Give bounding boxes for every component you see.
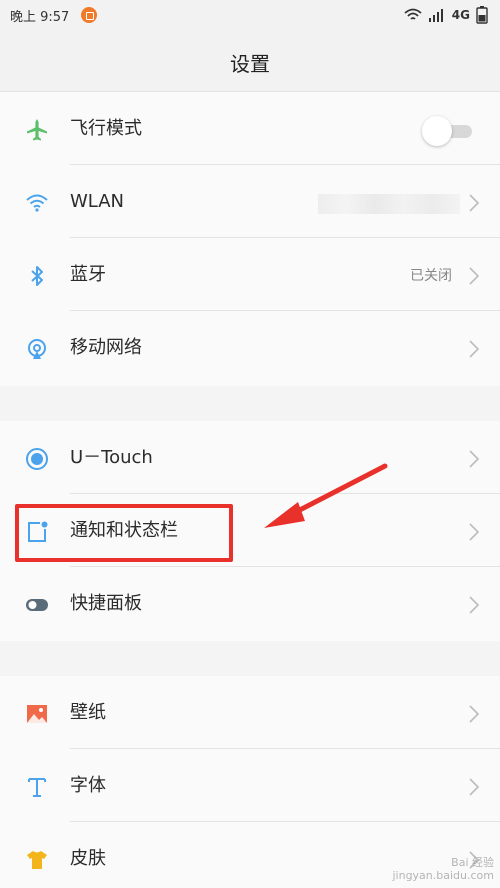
annotation-highlight-box (15, 504, 233, 562)
bluetooth-icon (31, 266, 43, 286)
chevron-right-icon (469, 523, 480, 541)
setting-wallpaper[interactable]: 壁纸 (0, 676, 500, 749)
status-time: 晚上 9:57 (10, 10, 70, 25)
quick-panel-icon (26, 599, 48, 611)
setting-mobile-network[interactable]: 移动网络 (0, 311, 500, 384)
chevron-right-icon (469, 705, 480, 723)
setting-label: 蓝牙 (70, 264, 106, 285)
setting-label: WLAN (70, 191, 125, 212)
chevron-right-icon (469, 340, 480, 358)
chevron-right-icon (469, 778, 480, 796)
chevron-right-icon (469, 450, 480, 468)
chevron-right-icon (469, 194, 480, 212)
wlan-network-name-obscured (318, 194, 460, 214)
setting-label: 快捷面板 (70, 593, 142, 614)
setting-font[interactable]: 字体 (0, 749, 500, 822)
app-header: 设置 (0, 30, 500, 92)
status-icons: 4G (404, 5, 488, 25)
battery-icon (476, 6, 488, 24)
tshirt-icon (27, 851, 47, 869)
watermark-line2: jingyan.baidu.com (392, 869, 494, 882)
notification-badge-icon (81, 7, 97, 23)
setting-label: 字体 (70, 775, 106, 796)
watermark-line1: Bai 经验 (451, 856, 494, 869)
mobile-network-icon (28, 339, 46, 359)
setting-label: 移动网络 (70, 337, 142, 358)
airplane-mode-toggle[interactable] (422, 116, 474, 146)
wifi-icon (26, 194, 48, 212)
setting-label: U－Touch (70, 447, 153, 468)
watermark: Bai 经验 jingyan.baidu.com (392, 856, 494, 882)
setting-utouch[interactable]: U－Touch (0, 421, 500, 494)
chevron-right-icon (469, 267, 480, 285)
airplane-icon (27, 119, 47, 141)
utouch-icon (26, 448, 48, 470)
setting-bluetooth[interactable]: 蓝牙 已关闭 (0, 238, 500, 311)
bluetooth-status: 已关闭 (410, 268, 452, 284)
font-icon (28, 778, 46, 797)
setting-label: 壁纸 (70, 702, 106, 723)
setting-label: 飞行模式 (70, 118, 142, 139)
status-bar: 晚上 9:57 4G (0, 0, 500, 30)
chevron-right-icon (469, 596, 480, 614)
wallpaper-icon (27, 705, 47, 723)
wifi-signal-icon (404, 8, 422, 20)
cell-signal-icon (428, 9, 443, 22)
toggle-knob (422, 116, 452, 146)
network-type: 4G (451, 8, 470, 22)
setting-label: 皮肤 (70, 848, 106, 869)
setting-quick-panel[interactable]: 快捷面板 (0, 567, 500, 640)
page-title: 设置 (230, 52, 270, 76)
